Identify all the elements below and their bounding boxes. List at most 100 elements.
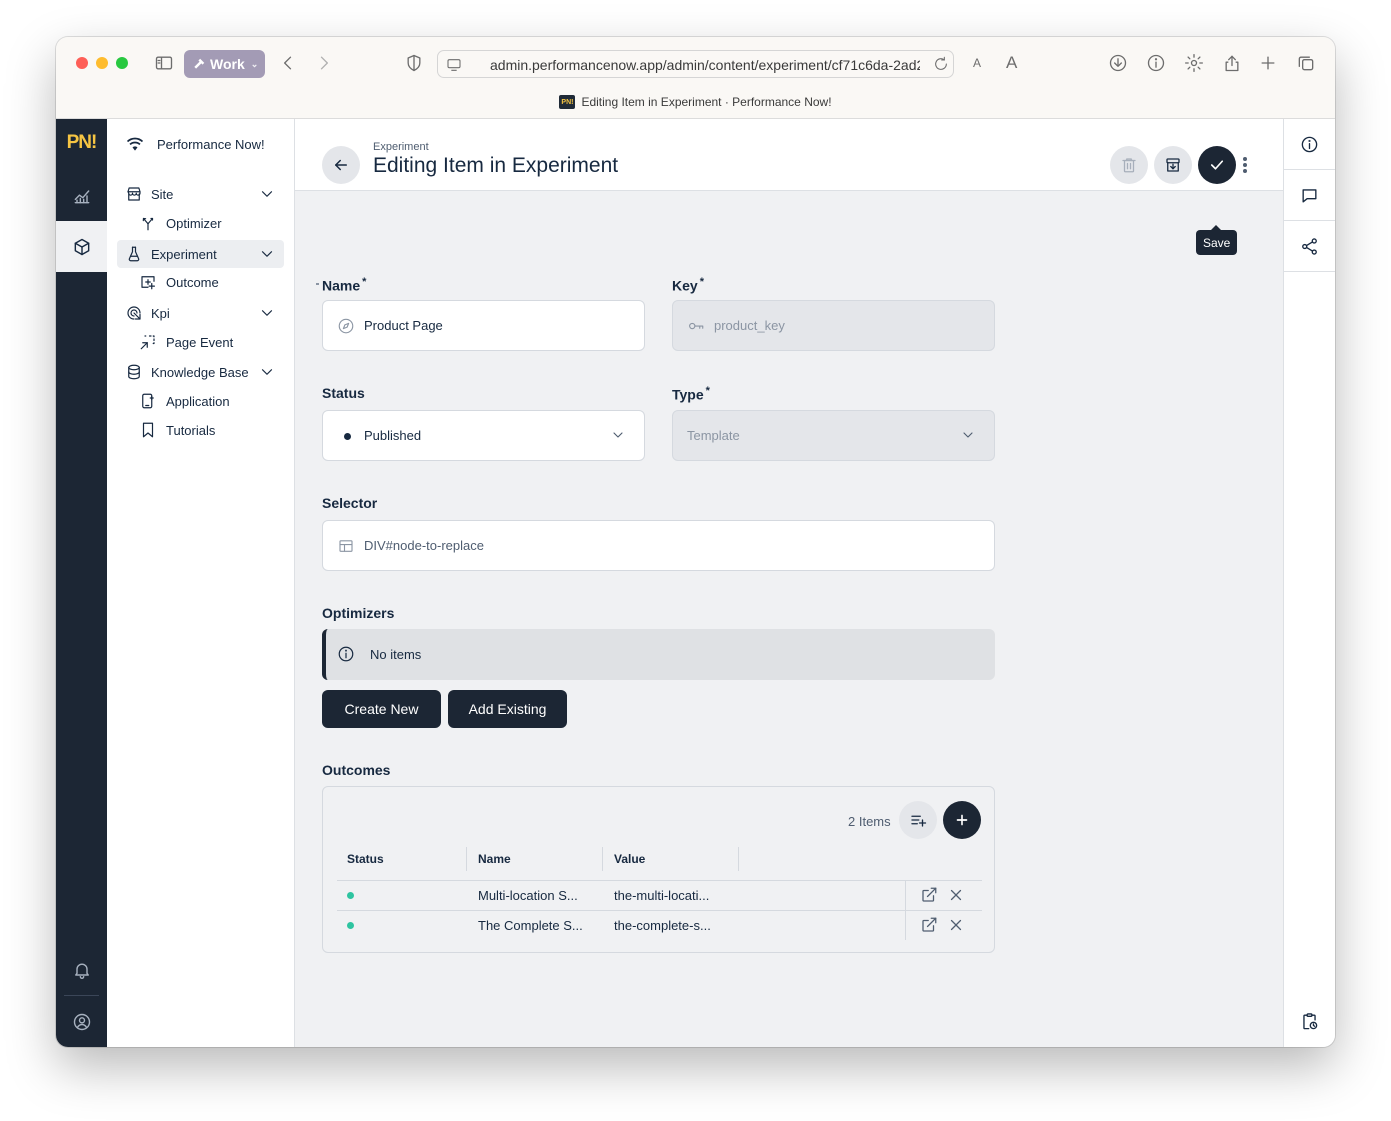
back-nav-icon[interactable]: [276, 51, 300, 75]
edit-columns-button[interactable]: [899, 801, 937, 839]
sidebar-item-optimizer[interactable]: Optimizer: [117, 209, 284, 237]
share-icon[interactable]: [1220, 51, 1244, 75]
rail-insights[interactable]: [56, 170, 107, 221]
tab-overview-icon[interactable]: [1294, 51, 1318, 75]
chevron-down-icon[interactable]: [258, 363, 276, 381]
name-field[interactable]: Product Page: [322, 300, 645, 351]
sidebar-comments-button[interactable]: [1284, 170, 1335, 221]
row-name: Multi-location S...: [478, 888, 578, 903]
download-icon[interactable]: [1106, 51, 1130, 75]
create-new-button[interactable]: Create New: [322, 690, 441, 728]
column-divider[interactable]: [602, 847, 603, 871]
table-row[interactable]: The Complete S... the-complete-s...: [337, 911, 982, 940]
sidebar-share-button[interactable]: [1284, 221, 1335, 272]
screen-add-icon: [139, 273, 157, 291]
chevron-down-icon[interactable]: [258, 185, 276, 203]
sidebar-info-button[interactable]: [1284, 119, 1335, 170]
status-value: Published: [364, 428, 422, 443]
reload-icon[interactable]: [933, 56, 949, 77]
add-outcome-button[interactable]: [943, 801, 981, 839]
sidebar-item-label: Tutorials: [166, 422, 216, 438]
sidebar-item-label: Application: [166, 393, 230, 409]
info-icon: [1301, 136, 1318, 152]
sidebar-item-kpi[interactable]: Kpi: [117, 299, 284, 327]
privacy-shield-icon[interactable]: [402, 51, 426, 75]
optimizers-label: Optimizers: [322, 605, 395, 621]
sidebar-item-application[interactable]: Application: [117, 387, 284, 415]
column-header-status[interactable]: Status: [347, 852, 384, 866]
remove-icon[interactable]: [947, 886, 965, 904]
database-icon: [125, 363, 143, 381]
rail-account[interactable]: [56, 996, 107, 1047]
address-bar[interactable]: admin.performancenow.app/admin/content/e…: [437, 50, 954, 78]
url-text: admin.performancenow.app/admin/content/e…: [490, 57, 920, 73]
add-existing-button[interactable]: Add Existing: [448, 690, 567, 728]
plus-icon: [956, 814, 968, 826]
table-row[interactable]: Multi-location S... the-multi-locati...: [337, 881, 982, 910]
name-label: Name *: [322, 276, 367, 294]
sidebar-item-label: Page Event: [166, 334, 234, 350]
sidebar-item-knowledge-base[interactable]: Knowledge Base: [117, 358, 284, 386]
decrease-text-size-button[interactable]: A: [973, 56, 981, 70]
page-header: Experiment Editing Item in Experiment: [295, 119, 1283, 191]
rail-content[interactable]: [56, 221, 107, 272]
status-dot: [344, 433, 351, 440]
sidebar-item-label: Experiment: [151, 246, 217, 262]
outcomes-table: 2 Items Status Name Value Multi-location…: [322, 786, 995, 953]
project-header[interactable]: Performance Now!: [107, 119, 295, 169]
info-icon[interactable]: [1144, 51, 1168, 75]
forward-nav-icon[interactable]: [312, 51, 336, 75]
gear-icon[interactable]: [1182, 51, 1206, 75]
app-logo[interactable]: PN!: [56, 119, 107, 167]
sidebar-toggle-icon[interactable]: [152, 51, 176, 75]
key-value: product_key: [714, 318, 785, 333]
chevron-down-icon[interactable]: [258, 245, 276, 263]
sidebar-item-experiment[interactable]: Experiment: [117, 240, 284, 268]
sidebar-history-button[interactable]: [1284, 996, 1335, 1047]
sidebar-item-page-event[interactable]: Page Event: [117, 328, 284, 356]
archive-button[interactable]: [1154, 146, 1192, 184]
clipboard-clock-icon: [1303, 1013, 1318, 1030]
sidebar-item-label: Knowledge Base: [151, 364, 249, 380]
chevron-down-icon: ⌄: [250, 58, 259, 69]
sidebar-item-site[interactable]: Site: [117, 180, 284, 208]
minimize-window-button[interactable]: [96, 57, 108, 69]
status-label: Status: [322, 385, 365, 401]
chevron-down-icon[interactable]: [258, 304, 276, 322]
delete-button[interactable]: [1110, 146, 1148, 184]
sidebar-item-label: Optimizer: [166, 215, 222, 231]
back-button[interactable]: [322, 146, 360, 184]
user-circle-icon: [73, 1013, 90, 1030]
selector-field[interactable]: DIV#node-to-replace: [322, 520, 995, 571]
profile-switcher[interactable]: Work ⌄: [184, 50, 265, 78]
column-divider[interactable]: [738, 847, 739, 871]
increase-text-size-button[interactable]: A: [1006, 53, 1017, 73]
sidebar-item-tutorials[interactable]: Tutorials: [117, 416, 284, 444]
zoom-window-button[interactable]: [116, 57, 128, 69]
tab-title: Editing Item in Experiment · Performance…: [581, 95, 832, 109]
project-name: Performance Now!: [157, 136, 265, 152]
active-tab[interactable]: PN! Editing Item in Experiment · Perform…: [56, 95, 1335, 109]
more-options-button[interactable]: [1240, 155, 1250, 175]
site-settings-icon[interactable]: [446, 57, 462, 78]
sidebar-item-label: Outcome: [166, 274, 219, 290]
sidebar-item-label: Kpi: [151, 305, 170, 321]
close-window-button[interactable]: [76, 57, 88, 69]
breadcrumb[interactable]: Experiment: [373, 141, 429, 153]
new-tab-icon[interactable]: [1256, 51, 1280, 75]
column-header-name[interactable]: Name: [478, 852, 511, 866]
open-external-icon[interactable]: [920, 886, 938, 904]
open-external-icon[interactable]: [920, 916, 938, 934]
modified-indicator: [316, 283, 319, 285]
save-button[interactable]: [1198, 146, 1236, 184]
info-icon: [337, 645, 355, 663]
row-divider: [905, 911, 906, 940]
status-select[interactable]: Published: [322, 410, 645, 461]
column-divider[interactable]: [466, 847, 467, 871]
remove-icon[interactable]: [947, 916, 965, 934]
row-name: The Complete S...: [478, 918, 583, 933]
column-header-value[interactable]: Value: [614, 852, 645, 866]
rail-notifications[interactable]: [56, 944, 107, 995]
comment-icon: [1302, 188, 1317, 203]
sidebar-item-outcome[interactable]: Outcome: [117, 268, 284, 296]
